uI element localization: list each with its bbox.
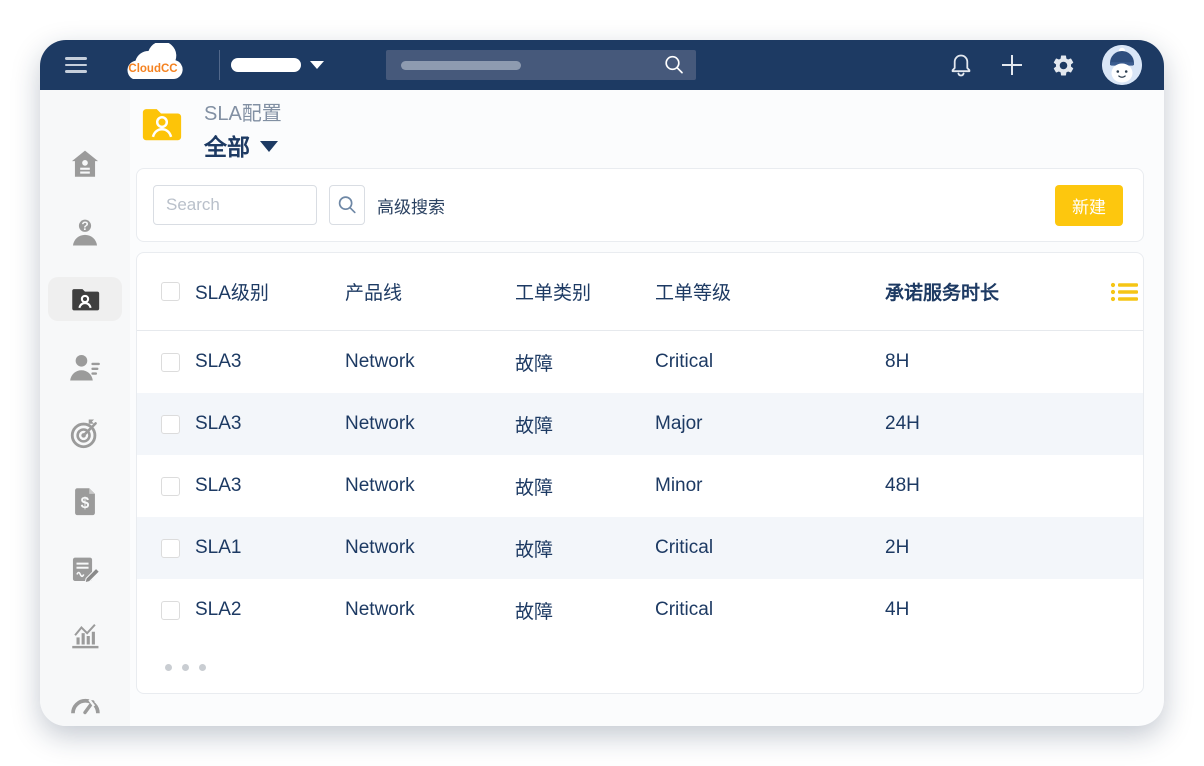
- table-row[interactable]: SLA3 Network 故障 Critical 8H: [137, 331, 1143, 393]
- table-row[interactable]: SLA3 Network 故障 Major 24H: [137, 393, 1143, 455]
- chevron-down-icon: [260, 141, 278, 152]
- target-dart-icon: [68, 417, 102, 451]
- cell-ticket-category: 故障: [515, 349, 655, 376]
- list-icon: [1110, 280, 1139, 304]
- view-selector[interactable]: 全部: [204, 128, 282, 162]
- column-header-product-line: 产品线: [345, 278, 515, 305]
- bell-icon[interactable]: [949, 52, 973, 78]
- sidebar-item-reports[interactable]: [48, 614, 122, 658]
- cell-product-line: Network: [345, 413, 515, 435]
- sla-table: SLA级别 产品线 工单类别 工单等级 承诺服务时长: [136, 252, 1144, 694]
- cell-ticket-level: Minor: [655, 475, 885, 497]
- column-header-sla-level: SLA级别: [195, 278, 345, 305]
- table-row[interactable]: SLA3 Network 故障 Minor 48H: [137, 455, 1143, 517]
- cell-service-duration: 8H: [885, 351, 1087, 373]
- new-button[interactable]: 新建: [1055, 185, 1123, 226]
- cell-ticket-category: 故障: [515, 411, 655, 438]
- home-icon: [68, 147, 102, 181]
- cell-ticket-level: Critical: [655, 351, 885, 373]
- sla-object-folder-icon: [140, 103, 184, 144]
- cell-service-duration: 2H: [885, 537, 1087, 559]
- sidebar-item-customer-folder[interactable]: [48, 277, 122, 321]
- app-selector[interactable]: [231, 58, 324, 72]
- sidebar-item-goals[interactable]: [48, 412, 122, 456]
- avatar[interactable]: [1102, 45, 1142, 85]
- column-header-service-duration: 承诺服务时长: [885, 278, 1087, 305]
- column-settings-button[interactable]: [1110, 280, 1139, 304]
- loading-dot: [165, 664, 172, 671]
- folder-person-icon: [68, 282, 102, 316]
- app-selector-caret-icon: [310, 61, 324, 69]
- cell-ticket-level: Major: [655, 413, 885, 435]
- sidebar-item-contacts[interactable]: [48, 344, 122, 388]
- svg-text:?: ?: [81, 219, 88, 233]
- magnifier-icon: [336, 194, 358, 216]
- cell-ticket-category: 故障: [515, 535, 655, 562]
- person-question-icon: ?: [68, 215, 102, 249]
- column-header-ticket-category: 工单类别: [515, 278, 655, 305]
- app-name-pill: [231, 58, 301, 72]
- cell-sla-level: SLA1: [195, 537, 345, 559]
- table-header-row: SLA级别 产品线 工单类别 工单等级 承诺服务时长: [137, 253, 1143, 331]
- sidebar-item-home[interactable]: [48, 142, 122, 186]
- logo-text: CloudCC: [128, 63, 177, 75]
- cell-product-line: Network: [345, 475, 515, 497]
- global-search-bar[interactable]: [386, 50, 696, 80]
- cell-product-line: Network: [345, 599, 515, 621]
- app-window: CloudCC: [40, 40, 1164, 726]
- page-title: SLA配置: [204, 103, 282, 125]
- gear-icon[interactable]: [1051, 53, 1076, 78]
- plus-icon[interactable]: [999, 52, 1025, 78]
- loading-dot: [199, 664, 206, 671]
- cell-ticket-level: Critical: [655, 537, 885, 559]
- cell-product-line: Network: [345, 537, 515, 559]
- sidebar-item-quotes[interactable]: $: [48, 479, 122, 523]
- contract-pen-icon: [68, 552, 102, 586]
- search-placeholder-pill: [401, 61, 521, 70]
- cell-ticket-category: 故障: [515, 473, 655, 500]
- search-input[interactable]: [153, 185, 317, 225]
- table-footer: [137, 641, 1143, 693]
- bar-chart-icon: [68, 619, 102, 653]
- row-checkbox[interactable]: [161, 477, 180, 496]
- cell-sla-level: SLA3: [195, 413, 345, 435]
- cloudcc-logo: CloudCC: [117, 43, 189, 87]
- page-header: SLA配置 全部: [136, 90, 1144, 168]
- select-all-checkbox[interactable]: [161, 282, 180, 301]
- row-checkbox[interactable]: [161, 539, 180, 558]
- table-row[interactable]: SLA1 Network 故障 Critical 2H: [137, 517, 1143, 579]
- view-selector-label: 全部: [204, 128, 250, 162]
- row-checkbox[interactable]: [161, 353, 180, 372]
- sidebar-item-contracts[interactable]: [48, 547, 122, 591]
- sidebar-item-dashboard[interactable]: [48, 682, 122, 726]
- cell-service-duration: 48H: [885, 475, 1087, 497]
- menu-icon[interactable]: [65, 57, 87, 73]
- cell-product-line: Network: [345, 351, 515, 373]
- cell-ticket-category: 故障: [515, 597, 655, 624]
- search-button[interactable]: [329, 185, 365, 225]
- loading-dot: [182, 664, 189, 671]
- top-navbar: CloudCC: [40, 40, 1164, 90]
- cell-sla-level: SLA3: [195, 475, 345, 497]
- navbar-divider: [219, 50, 220, 80]
- sidebar-item-customer-service[interactable]: ?: [48, 209, 122, 253]
- gauge-icon: [68, 687, 102, 721]
- cell-sla-level: SLA2: [195, 599, 345, 621]
- svg-text:$: $: [81, 495, 90, 512]
- magnifier-icon: [662, 53, 686, 77]
- advanced-search-link[interactable]: 高级搜索: [377, 193, 445, 218]
- person-list-icon: [68, 350, 102, 384]
- sidebar: ?: [40, 90, 130, 726]
- toolbar: 高级搜索 新建: [136, 168, 1144, 242]
- column-header-ticket-level: 工单等级: [655, 278, 885, 305]
- main-content: SLA配置 全部 高级搜索 新建: [130, 90, 1164, 726]
- price-document-icon: $: [68, 484, 102, 518]
- row-checkbox[interactable]: [161, 415, 180, 434]
- cell-service-duration: 24H: [885, 413, 1087, 435]
- cell-ticket-level: Critical: [655, 599, 885, 621]
- cell-service-duration: 4H: [885, 599, 1087, 621]
- cell-sla-level: SLA3: [195, 351, 345, 373]
- table-row[interactable]: SLA2 Network 故障 Critical 4H: [137, 579, 1143, 641]
- row-checkbox[interactable]: [161, 601, 180, 620]
